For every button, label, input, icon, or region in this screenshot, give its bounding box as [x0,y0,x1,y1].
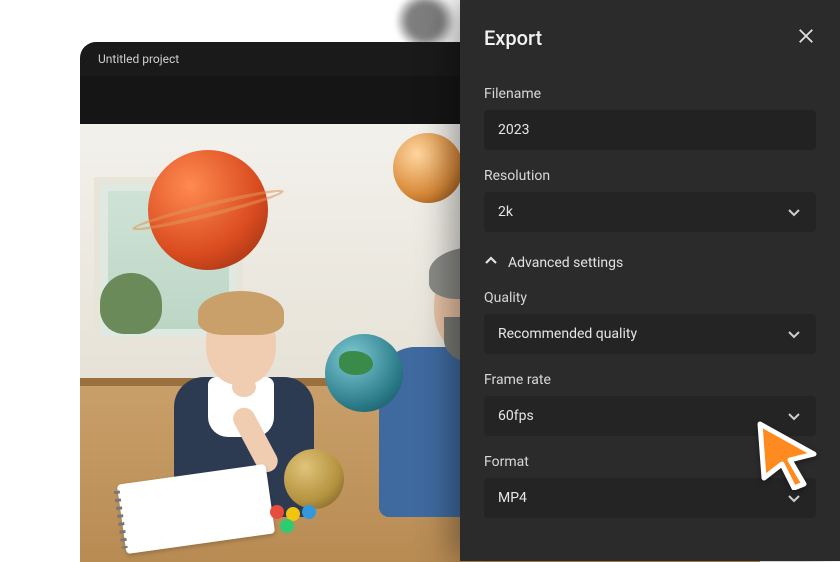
format-select[interactable]: MP4 [484,478,816,518]
chevron-down-icon [786,490,802,506]
advanced-settings-label: Advanced settings [508,255,623,271]
resolution-label: Resolution [484,168,816,184]
close-icon [797,27,815,49]
close-button[interactable] [796,28,816,48]
resolution-select[interactable]: 2k [484,192,816,232]
framerate-value: 60fps [498,408,534,424]
chevron-down-icon [786,408,802,424]
decorative-blob [390,0,460,46]
chevron-down-icon [786,326,802,342]
quality-value: Recommended quality [498,326,637,342]
format-label: Format [484,454,816,470]
filename-value: 2023 [498,122,529,138]
filename-input[interactable]: 2023 [484,110,816,150]
project-title: Untitled project [98,52,179,66]
advanced-settings-toggle[interactable]: Advanced settings [484,254,816,272]
chevron-down-icon [786,204,802,220]
quality-select[interactable]: Recommended quality [484,314,816,354]
resolution-value: 2k [498,204,513,220]
format-value: MP4 [498,490,527,506]
chevron-up-icon [484,254,498,272]
filename-label: Filename [484,86,816,102]
framerate-select[interactable]: 60fps [484,396,816,436]
export-panel: Export Filename 2023 Resolution 2k Advan… [460,0,840,561]
panel-title: Export [484,26,542,50]
quality-label: Quality [484,290,816,306]
framerate-label: Frame rate [484,372,816,388]
